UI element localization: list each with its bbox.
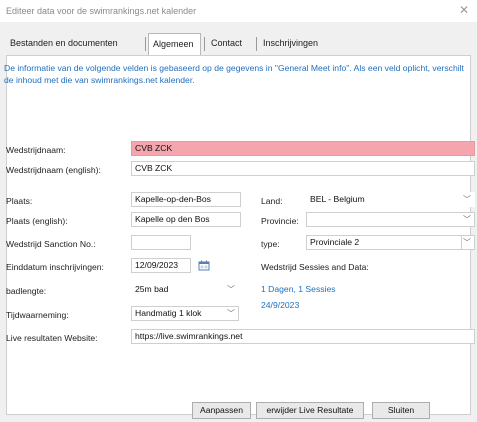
province-label: Provincie:	[261, 216, 299, 226]
adjust-button[interactable]: Aanpassen	[192, 402, 251, 419]
timing-label: Tijdwaarneming:	[6, 310, 69, 320]
city-en-input[interactable]: Kapelle op den Bos	[131, 212, 241, 227]
timing-select[interactable]: Handmatig 1 klok ﹀	[131, 306, 239, 321]
type-label: type:	[261, 239, 280, 249]
sanction-label: Wedstrijd Sanction No.:	[6, 239, 96, 249]
tab-contact[interactable]: Contact	[207, 33, 253, 55]
timing-value: Handmatig 1 klok	[135, 308, 202, 318]
remove-live-results-button[interactable]: erwijder Live Resultate	[256, 402, 364, 419]
chevron-down-icon: ﹀	[461, 236, 471, 249]
province-select[interactable]: ﹀	[306, 212, 475, 227]
close-button[interactable]: Sluiten	[372, 402, 430, 419]
dialog-window: Editeer data voor de swimrankings.net ka…	[0, 0, 477, 422]
meet-name-en-label: Wedstrijdnaam (english):	[6, 165, 101, 175]
entry-deadline-input[interactable]: 12/09/2023	[131, 258, 191, 273]
chevron-down-icon: ﹀	[227, 309, 235, 318]
meet-name-input[interactable]: CVB ZCK	[131, 141, 475, 156]
tab-separator	[145, 37, 146, 51]
entry-deadline-label: Einddatum inschrijvingen:	[6, 262, 104, 272]
pool-length-select[interactable]: 25m bad ﹀	[131, 282, 239, 297]
chevron-down-icon: ﹀	[463, 215, 471, 224]
tab-bestanden[interactable]: Bestanden en documenten	[6, 33, 142, 55]
pool-length-value: 25m bad	[135, 284, 169, 294]
pool-length-label: badlengte:	[6, 286, 47, 296]
sessions-summary-link[interactable]: 1 Dagen, 1 Sessies	[261, 284, 336, 294]
session-dates: 24/9/2023	[261, 300, 300, 310]
type-select[interactable]: Provinciale 2 ﹀	[306, 235, 475, 250]
city-label: Plaats:	[6, 196, 33, 206]
city-input[interactable]: Kapelle-op-den-Bos	[131, 192, 241, 207]
country-value: BEL - Belgium	[310, 194, 365, 204]
live-results-input[interactable]: https://live.swimrankings.net	[131, 329, 475, 344]
sanction-input[interactable]	[131, 235, 191, 250]
tab-separator	[256, 37, 257, 51]
calendar-icon[interactable]	[198, 260, 210, 271]
tab-inschrijvingen[interactable]: Inschrijvingen	[259, 33, 335, 55]
title-bar: Editeer data voor de swimrankings.net ka…	[0, 0, 477, 22]
tab-algemeen[interactable]: Algemeen	[148, 33, 201, 56]
live-results-label: Live resultaten Website:	[6, 333, 98, 343]
type-value: Provinciale 2	[310, 237, 360, 247]
meet-name-en-input[interactable]: CVB ZCK	[131, 161, 475, 176]
chevron-down-icon: ﹀	[227, 285, 235, 294]
window-title: Editeer data voor de swimrankings.net ka…	[6, 6, 197, 16]
close-icon[interactable]: ✕	[457, 3, 471, 17]
info-text: De informatie van de volgende velden is …	[4, 63, 464, 85]
sessions-label: Wedstrijd Sessies and Data:	[261, 262, 369, 272]
country-select[interactable]: BEL - Belgium ﹀	[306, 192, 475, 207]
chevron-down-icon: ﹀	[463, 195, 471, 204]
meet-name-label: Wedstrijdnaam:	[6, 145, 66, 155]
country-label: Land:	[261, 196, 283, 206]
city-en-label: Plaats (english):	[6, 216, 68, 226]
tab-separator	[204, 37, 205, 51]
